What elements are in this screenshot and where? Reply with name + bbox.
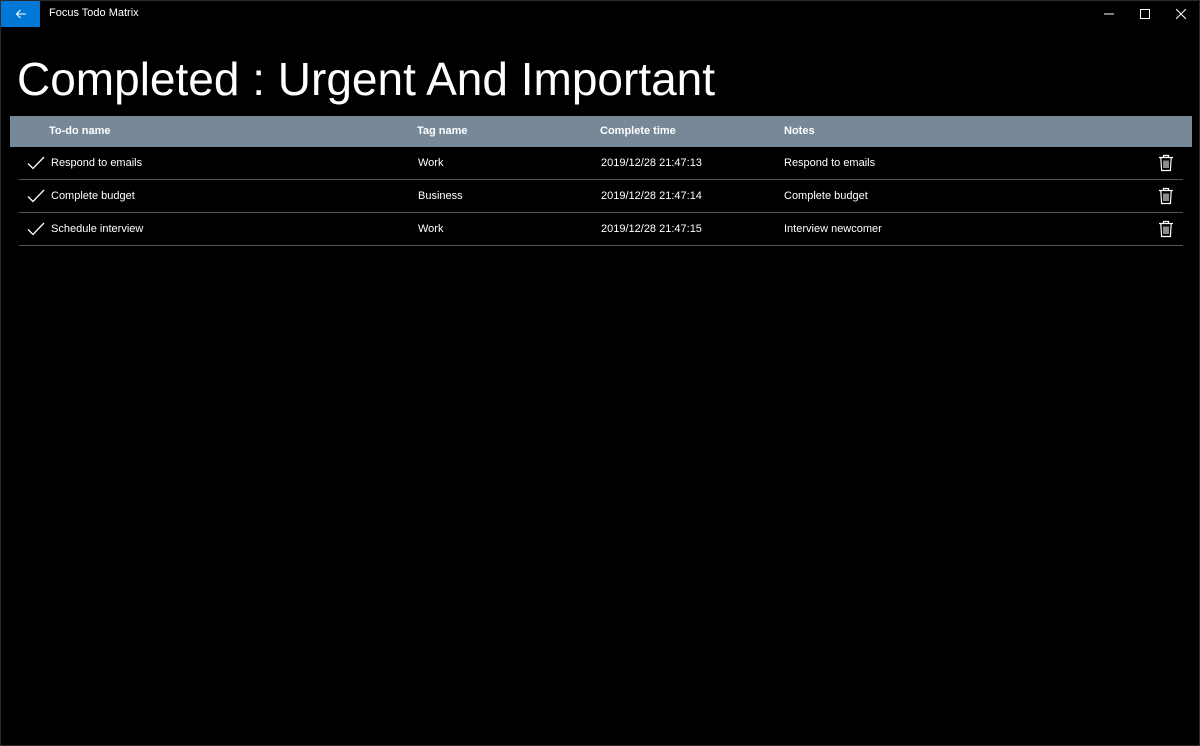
todo-name: Complete budget <box>51 190 135 202</box>
app-title: Focus Todo Matrix <box>49 7 139 19</box>
page-title: Completed : Urgent And Important <box>17 53 716 105</box>
column-header-tag-name: Tag name <box>417 125 468 137</box>
trash-icon[interactable] <box>1158 220 1174 238</box>
notes: Interview newcomer <box>784 223 882 235</box>
column-header-todo-name: To-do name <box>49 125 111 137</box>
maximize-button[interactable] <box>1127 1 1163 27</box>
todo-name: Schedule interview <box>51 223 144 235</box>
tag-name: Work <box>418 223 444 235</box>
complete-time: 2019/12/28 21:47:13 <box>601 157 702 169</box>
back-button[interactable] <box>1 1 40 27</box>
title-bar: Focus Todo Matrix <box>1 1 1199 27</box>
notes: Complete budget <box>784 190 868 202</box>
table-row[interactable]: Respond to emails Work 2019/12/28 21:47:… <box>19 147 1183 180</box>
tag-name: Business <box>418 190 463 202</box>
complete-time: 2019/12/28 21:47:15 <box>601 223 702 235</box>
completed-list: Respond to emails Work 2019/12/28 21:47:… <box>19 147 1183 246</box>
checkmark-icon <box>27 156 45 170</box>
close-icon <box>1176 9 1186 19</box>
complete-time: 2019/12/28 21:47:14 <box>601 190 702 202</box>
minimize-button[interactable] <box>1091 1 1127 27</box>
table-row[interactable]: Complete budget Business 2019/12/28 21:4… <box>19 180 1183 213</box>
tag-name: Work <box>418 157 444 169</box>
todo-name: Respond to emails <box>51 157 143 169</box>
close-button[interactable] <box>1163 1 1199 27</box>
column-header-complete-time: Complete time <box>600 125 676 137</box>
minimize-icon <box>1104 13 1114 15</box>
table-row[interactable]: Schedule interview Work 2019/12/28 21:47… <box>19 213 1183 246</box>
checkmark-icon <box>27 189 45 203</box>
maximize-icon <box>1140 9 1150 19</box>
checkmark-icon <box>27 222 45 236</box>
app-window: Focus Todo Matrix Completed : Urgent And… <box>0 0 1200 746</box>
arrow-left-icon <box>15 9 26 19</box>
table-header: To-do name Tag name Complete time Notes <box>10 116 1192 147</box>
window-controls <box>1091 1 1199 27</box>
column-header-notes: Notes <box>784 125 815 137</box>
trash-icon[interactable] <box>1158 154 1174 172</box>
notes: Respond to emails <box>784 157 876 169</box>
trash-icon[interactable] <box>1158 187 1174 205</box>
